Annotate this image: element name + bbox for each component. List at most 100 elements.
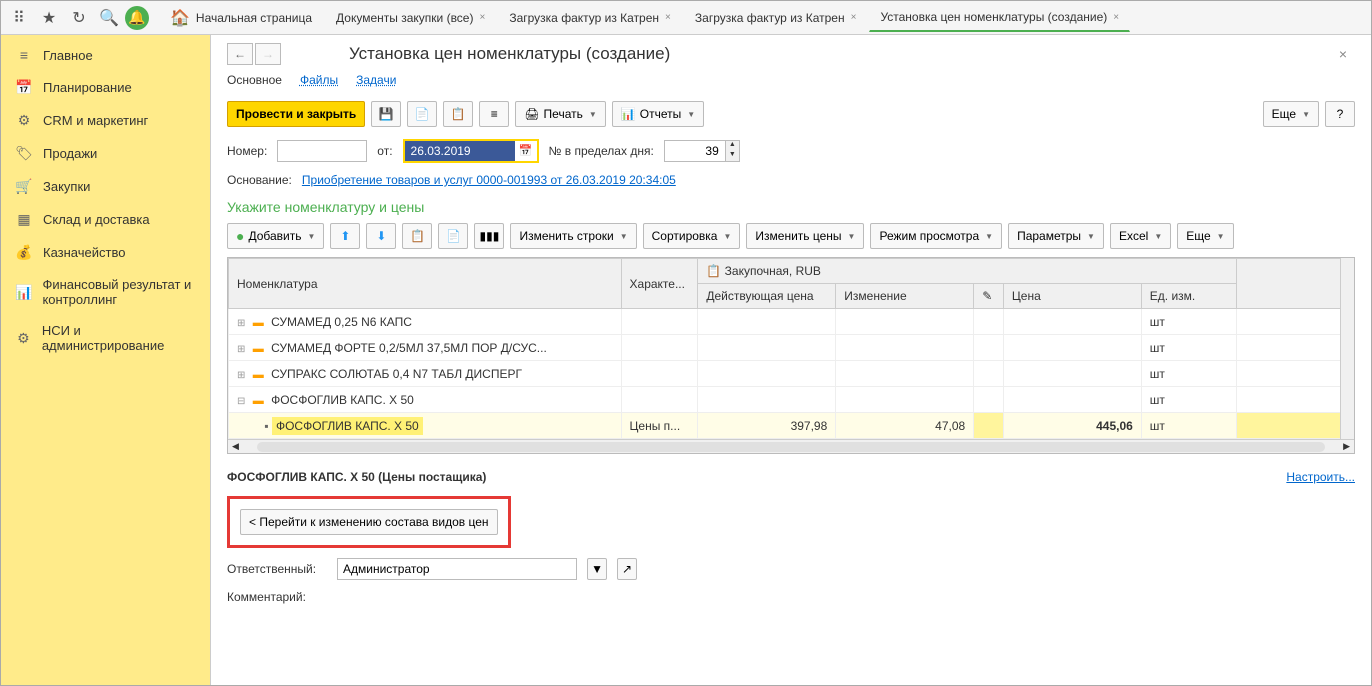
forward-button[interactable]: →	[255, 43, 281, 65]
add-button[interactable]: ● Добавить ▼	[227, 223, 324, 249]
content: ← → Установка цен номенклатуры (создание…	[211, 35, 1371, 685]
subnav-tasks[interactable]: Задачи	[356, 73, 396, 87]
tab-close-icon[interactable]: ×	[479, 12, 485, 23]
table-row[interactable]: ▪ ФОСФОГЛИВ КАПС. X 50Цены п...397,9847,…	[229, 413, 1354, 439]
date-label: от:	[377, 144, 392, 158]
tab-4[interactable]: Установка цен номенклатуры (создание) ×	[869, 3, 1130, 32]
number-input[interactable]	[277, 140, 367, 162]
more-button[interactable]: Еще ▼	[1263, 101, 1319, 127]
sidebar-item-3[interactable]: 🏷Продажи	[1, 137, 210, 170]
col-char[interactable]: Характе...	[621, 259, 698, 309]
view-mode-button[interactable]: Режим просмотра ▼	[870, 223, 1002, 249]
day-num-input[interactable]	[665, 141, 725, 161]
back-button[interactable]: ←	[227, 43, 253, 65]
search-icon[interactable]: 🔍	[95, 4, 123, 32]
save-button[interactable]: 💾	[371, 101, 401, 127]
sidebar-item-2[interactable]: ⚙CRM и маркетинг	[1, 104, 210, 137]
tab-close-icon[interactable]: ×	[665, 12, 671, 23]
horizontal-scrollbar[interactable]: ◀ ▶	[228, 439, 1354, 453]
star-icon[interactable]: ★	[35, 4, 63, 32]
topbar: ⠿ ★ ↻ 🔍 🔔 🏠 Начальная страницаДокументы …	[1, 1, 1371, 35]
submit-button[interactable]: Провести и закрыть	[227, 101, 365, 127]
day-num-label: № в пределах дня:	[549, 144, 654, 158]
col-edit-icon[interactable]: ✎	[974, 284, 1004, 309]
sidebar-item-0[interactable]: ≡Главное	[1, 39, 210, 71]
date-field[interactable]: 📅	[403, 139, 539, 163]
tab-0[interactable]: 🏠 Начальная страница	[159, 1, 323, 35]
col-price[interactable]: Цена	[1003, 284, 1141, 309]
nav-icon: 📅	[15, 79, 33, 96]
page-title: Установка цен номенклатуры (создание)	[349, 44, 670, 64]
comment-label: Комментарий:	[227, 590, 327, 604]
copy-row-button[interactable]: 📋	[402, 223, 432, 249]
post-button[interactable]: 📄	[407, 101, 437, 127]
params-button[interactable]: Параметры ▼	[1008, 223, 1104, 249]
tab-3[interactable]: Загрузка фактур из Катрен ×	[684, 4, 868, 32]
print-button[interactable]: 🖨 Печать ▼	[515, 101, 605, 127]
table: Номенклатура Характе... 📋 Закупочная, RU…	[227, 257, 1355, 454]
nav-icon: ≡	[15, 47, 33, 63]
sidebar-item-5[interactable]: ▦Склад и доставка	[1, 203, 210, 236]
sort-button[interactable]: Сортировка ▼	[643, 223, 741, 249]
spin-down[interactable]: ▼	[725, 151, 739, 161]
highlighted-action: < Перейти к изменению состава видов цен	[227, 496, 511, 548]
close-icon[interactable]: ×	[1331, 46, 1355, 62]
basis-link[interactable]: Приобретение товаров и услуг 0000-001993…	[302, 173, 676, 187]
apps-icon[interactable]: ⠿	[5, 4, 33, 32]
configure-link[interactable]: Настроить...	[1286, 470, 1355, 484]
tab-close-icon[interactable]: ×	[1113, 12, 1119, 23]
col-purchase[interactable]: 📋 Закупочная, RUB	[698, 259, 1237, 284]
basis-label: Основание:	[227, 173, 292, 187]
move-up-button[interactable]: ⬆	[330, 223, 360, 249]
vertical-scrollbar[interactable]	[1340, 258, 1354, 439]
nav-icon: ⚙	[15, 112, 33, 129]
col-unit[interactable]: Ед. изм.	[1141, 284, 1236, 309]
table-row[interactable]: ⊟ ▬ ФОСФОГЛИВ КАПС. X 50шт	[229, 387, 1354, 413]
responsible-dropdown[interactable]: ▼	[587, 558, 607, 580]
reports-button[interactable]: 📊 Отчеты ▼	[612, 101, 704, 127]
sidebar-item-8[interactable]: ⚙НСИ и администрирование	[1, 315, 210, 361]
subnav-files[interactable]: Файлы	[300, 73, 338, 87]
responsible-label: Ответственный:	[227, 562, 327, 576]
back-to-prices-button[interactable]: < Перейти к изменению состава видов цен	[240, 509, 498, 535]
bell-icon[interactable]: 🔔	[125, 6, 149, 30]
col-change[interactable]: Изменение	[836, 284, 974, 309]
sidebar-item-6[interactable]: 💰Казначейство	[1, 236, 210, 269]
col-nomenclature[interactable]: Номенклатура	[229, 259, 622, 309]
tab-1[interactable]: Документы закупки (все) ×	[325, 4, 496, 32]
nav-icon: 🏷	[15, 145, 33, 162]
date-input[interactable]	[405, 141, 515, 161]
col-current-price[interactable]: Действующая цена	[698, 284, 836, 309]
list-button[interactable]: ≡	[479, 101, 509, 127]
tabs: 🏠 Начальная страницаДокументы закупки (в…	[159, 1, 1367, 35]
history-icon[interactable]: ↻	[65, 4, 93, 32]
nav-icon: ▦	[15, 211, 33, 228]
paste-row-button[interactable]: 📄	[438, 223, 468, 249]
nav-icon: 🛒	[15, 178, 33, 195]
sidebar-item-7[interactable]: 📊Финансовый результат и контроллинг	[1, 269, 210, 315]
change-rows-button[interactable]: Изменить строки ▼	[510, 223, 636, 249]
sidebar-item-4[interactable]: 🛒Закупки	[1, 170, 210, 203]
responsible-open[interactable]: ↗	[617, 558, 637, 580]
move-down-button[interactable]: ⬇	[366, 223, 396, 249]
nav-icon: 💰	[15, 244, 33, 261]
number-label: Номер:	[227, 144, 267, 158]
copy-button[interactable]: 📋	[443, 101, 473, 127]
table-row[interactable]: ⊞ ▬ СУПРАКС СОЛЮТАБ 0,4 N7 ТАБЛ ДИСПЕРГш…	[229, 361, 1354, 387]
tab-2[interactable]: Загрузка фактур из Катрен ×	[498, 4, 682, 32]
table-row[interactable]: ⊞ ▬ СУМАМЕД ФОРТЕ 0,2/5МЛ 37,5МЛ ПОР Д/С…	[229, 335, 1354, 361]
calendar-icon[interactable]: 📅	[515, 141, 537, 161]
subnav-main[interactable]: Основное	[227, 73, 282, 87]
sidebar-item-1[interactable]: 📅Планирование	[1, 71, 210, 104]
change-prices-button[interactable]: Изменить цены ▼	[746, 223, 864, 249]
section-title: Укажите номенклатуру и цены	[211, 195, 1371, 219]
responsible-input[interactable]	[337, 558, 577, 580]
help-button[interactable]: ?	[1325, 101, 1355, 127]
table-row[interactable]: ⊞ ▬ СУМАМЕД 0,25 N6 КАПСшт	[229, 309, 1354, 335]
spin-up[interactable]: ▲	[725, 141, 739, 151]
barcode-button[interactable]: ▮▮▮	[474, 223, 504, 249]
table-more-button[interactable]: Еще ▼	[1177, 223, 1233, 249]
excel-button[interactable]: Excel ▼	[1110, 223, 1171, 249]
tab-close-icon[interactable]: ×	[851, 12, 857, 23]
nav-icon: ⚙	[15, 330, 32, 347]
